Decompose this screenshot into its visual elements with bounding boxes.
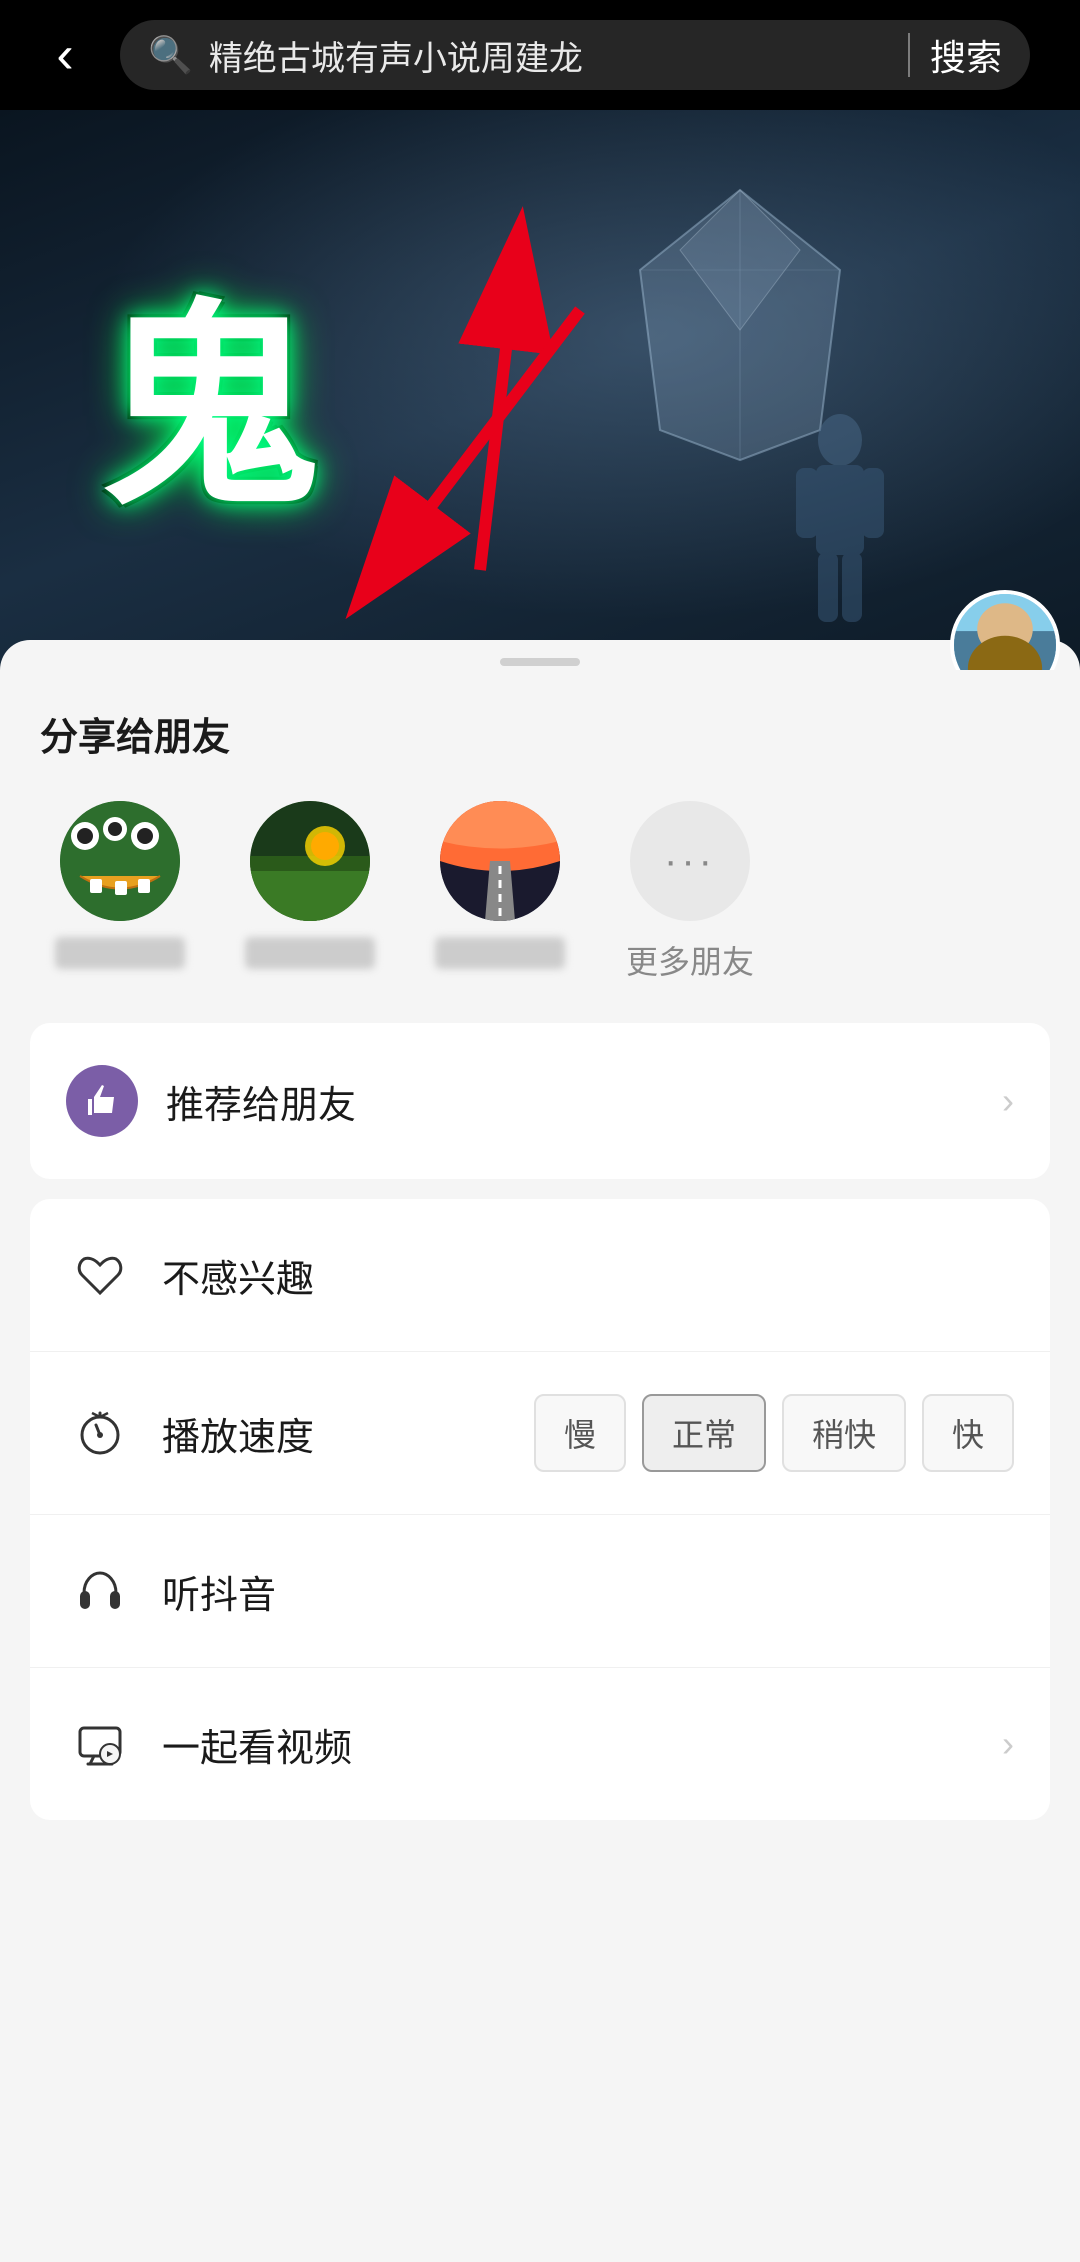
ghost-character: 鬼 (100, 230, 320, 548)
contact-avatar-3 (440, 801, 560, 921)
menu-item-speed[interactable]: 播放速度 慢 正常 稍快 快 (30, 1352, 1050, 1515)
top-bar: ‹ 🔍 精绝古城有声小说周建龙 搜索 (0, 0, 1080, 110)
more-friends-label: 更多朋友 (610, 937, 770, 983)
person-silhouette (780, 410, 900, 630)
speed-icon (66, 1399, 134, 1467)
search-icon: 🔍 (148, 34, 193, 76)
share-title: 分享给朋友 (40, 706, 1040, 761)
contact-item-2[interactable] (230, 801, 390, 983)
handle-bar (500, 658, 580, 666)
speed-slightly-fast[interactable]: 稍快 (782, 1394, 906, 1472)
contact-item-1[interactable] (40, 801, 200, 983)
watch-together-icon (66, 1710, 134, 1778)
menu-section-1: 推荐给朋友 › (30, 1023, 1050, 1179)
headphone-icon (66, 1557, 134, 1625)
speed-fast[interactable]: 快 (922, 1394, 1014, 1472)
video-area: 鬼 (0, 110, 1080, 670)
back-button[interactable]: ‹ (30, 20, 100, 90)
contact-item-3[interactable] (420, 801, 580, 983)
search-divider (908, 33, 910, 77)
contact-item-more[interactable]: ··· 更多朋友 (610, 801, 770, 983)
speed-slow[interactable]: 慢 (534, 1394, 626, 1472)
avatar-image (954, 594, 1056, 670)
menu-item-recommend[interactable]: 推荐给朋友 › (30, 1023, 1050, 1179)
menu-item-listen[interactable]: 听抖音 (30, 1515, 1050, 1668)
share-contacts-row: ··· 更多朋友 (40, 801, 1040, 983)
search-query-text: 精绝古城有声小说周建龙 (209, 31, 888, 80)
watch-together-label: 一起看视频 (162, 1717, 1002, 1772)
contact-name-blur-2 (245, 937, 375, 969)
contact-avatar-more: ··· (630, 801, 750, 921)
share-section: 分享给朋友 (0, 676, 1080, 1003)
chevron-right-icon-2: › (1002, 1723, 1014, 1765)
thumbs-up-icon (66, 1065, 138, 1137)
sheet-handle[interactable] (0, 640, 1080, 676)
menu-item-not-interested[interactable]: 不感兴趣 (30, 1199, 1050, 1352)
menu-item-watch-together[interactable]: 一起看视频 › (30, 1668, 1050, 1820)
contact-name-blur-3 (435, 937, 565, 969)
back-arrow-icon: ‹ (56, 29, 73, 81)
more-dots: ··· (664, 839, 716, 884)
contact-avatar-2 (250, 801, 370, 921)
heart-icon (66, 1241, 134, 1309)
listen-label: 听抖音 (162, 1564, 1014, 1619)
contact-name-blur-1 (55, 937, 185, 969)
not-interested-label: 不感兴趣 (162, 1248, 1014, 1303)
contact-avatar-1 (60, 801, 180, 921)
bottom-sheet: 分享给朋友 (0, 640, 1080, 2262)
speed-controls: 慢 正常 稍快 快 (534, 1394, 1014, 1472)
recommend-label: 推荐给朋友 (166, 1074, 1002, 1129)
speed-label: 播放速度 (162, 1406, 534, 1461)
chevron-right-icon: › (1002, 1080, 1014, 1122)
menu-section-2: 不感兴趣 播放速度 慢 正常 稍快 快 (30, 1199, 1050, 1820)
search-bar[interactable]: 🔍 精绝古城有声小说周建龙 搜索 (120, 20, 1030, 90)
speed-normal[interactable]: 正常 (642, 1394, 766, 1472)
search-button[interactable]: 搜索 (930, 29, 1002, 81)
